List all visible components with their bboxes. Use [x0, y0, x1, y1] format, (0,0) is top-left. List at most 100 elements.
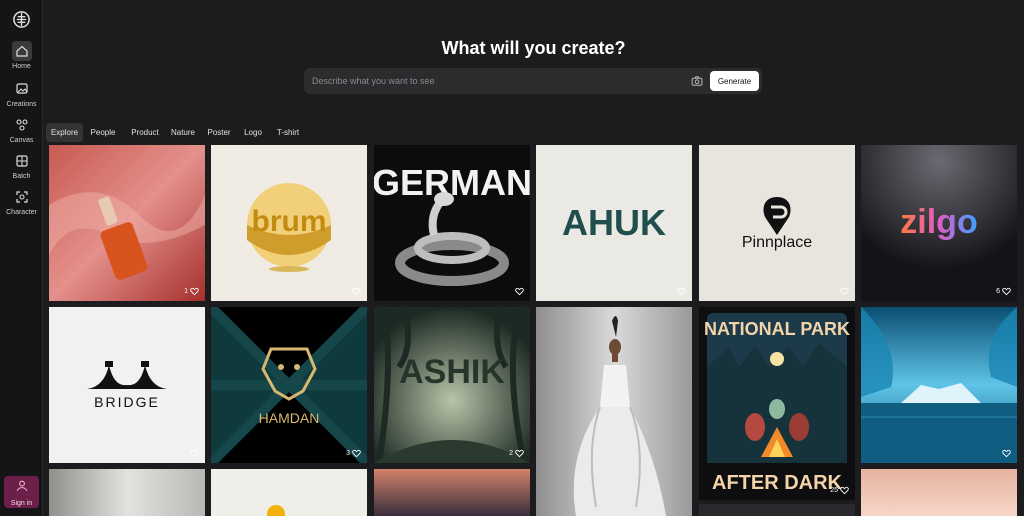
national-park-image: NATIONAL PARK AFTER DARK — [699, 307, 855, 500]
gallery-item-row3-dark[interactable] — [699, 504, 855, 516]
like-counter[interactable] — [838, 287, 849, 296]
like-counter[interactable]: 1 — [184, 287, 199, 296]
nav-canvas-label: Canvas — [9, 137, 34, 144]
images-icon — [12, 79, 32, 99]
logo-image — [211, 469, 367, 516]
zilgo-text: zilgo — [900, 203, 977, 241]
bridge-text: BRIDGE — [94, 394, 160, 410]
hamdan-image: HAMDAN — [211, 307, 367, 463]
ice-cave-image — [861, 307, 1017, 463]
nav-creations[interactable]: Creations — [0, 79, 43, 108]
gallery-item-fashion-dress[interactable] — [536, 307, 692, 516]
gallery-item-serum-bottle[interactable]: 1 — [49, 145, 205, 301]
heart-icon — [352, 287, 361, 296]
heart-icon — [840, 287, 849, 296]
batch-icon — [12, 151, 32, 171]
heart-icon — [190, 287, 199, 296]
tab-product[interactable]: Product — [130, 123, 160, 142]
gallery-item-hamdan-logo[interactable]: HAMDAN 3 — [211, 307, 367, 463]
like-counter[interactable] — [188, 449, 199, 458]
heart-icon — [515, 449, 524, 458]
search-bar: Generate — [304, 68, 762, 94]
tab-logo[interactable]: Logo — [244, 123, 262, 142]
like-counter[interactable] — [513, 287, 524, 296]
character-icon — [12, 187, 32, 207]
brand-logo-icon[interactable] — [12, 10, 31, 29]
tab-explore[interactable]: Explore — [46, 123, 83, 142]
dark-image — [699, 504, 855, 516]
gallery-item-bridge-logo[interactable]: BRIDGE — [49, 307, 205, 463]
ahuk-image: AHUK — [536, 145, 692, 301]
canvas-icon — [12, 115, 32, 135]
nav-character-label: Character — [6, 209, 37, 216]
camera-icon[interactable] — [690, 74, 704, 88]
like-counter[interactable]: 6 — [996, 287, 1011, 296]
signin-label: Sign in — [10, 500, 33, 507]
brum-text: brum — [252, 205, 327, 238]
nav-character[interactable]: Character — [0, 187, 43, 216]
sunset-image — [374, 469, 530, 516]
gallery-item-ice-cave[interactable] — [861, 307, 1017, 463]
gallery-item-zilgo-logo[interactable]: zilgo 6 — [861, 145, 1017, 301]
heart-icon — [840, 486, 849, 495]
pinnplace-text: Pinnplace — [742, 234, 812, 251]
like-counter[interactable]: 3 — [346, 449, 361, 458]
tab-people[interactable]: People — [88, 123, 118, 142]
nav-home[interactable]: Home — [0, 41, 43, 70]
main-content: What will you create? Generate Explore P… — [43, 0, 1024, 516]
like-counter[interactable] — [675, 287, 686, 296]
nav-home-label: Home — [12, 63, 31, 70]
hamdan-text: HAMDAN — [259, 410, 320, 426]
heart-icon — [190, 449, 199, 458]
like-counter[interactable] — [1000, 449, 1011, 458]
sidebar: Home Creations Canvas Batch Character Si… — [0, 0, 43, 516]
nav-batch[interactable]: Batch — [0, 151, 43, 180]
portrait-image — [49, 469, 205, 516]
gallery-item-pinnplace-logo[interactable]: Pinnplace — [699, 145, 855, 301]
heart-icon — [1002, 287, 1011, 296]
sun-shape — [267, 505, 285, 516]
nav-canvas[interactable]: Canvas — [0, 115, 43, 144]
heart-icon — [515, 287, 524, 296]
like-counter[interactable] — [350, 287, 361, 296]
heart-icon — [1002, 449, 1011, 458]
user-icon — [16, 480, 27, 492]
gallery-item-row3-logo[interactable] — [211, 469, 367, 516]
prompt-input[interactable] — [312, 72, 682, 90]
ahuk-text: AHUK — [562, 202, 666, 243]
nav-creations-label: Creations — [6, 101, 37, 108]
bridge-image: BRIDGE — [49, 307, 205, 463]
ashik-text: ASHIK — [399, 353, 505, 391]
gallery-item-german-snake[interactable]: GERMAN — [374, 145, 530, 301]
gallery-item-row3-sky[interactable] — [861, 469, 1017, 516]
gallery-item-brum-logo[interactable]: brum — [211, 145, 367, 301]
app-root: Home Creations Canvas Batch Character Si… — [0, 0, 1024, 516]
gallery-item-national-park-poster[interactable]: NATIONAL PARK AFTER DARK 25 — [699, 307, 855, 500]
generate-button[interactable]: Generate — [710, 71, 759, 91]
like-counter[interactable]: 2 — [509, 449, 524, 458]
home-icon — [11, 41, 32, 61]
zilgo-image: zilgo — [861, 145, 1017, 301]
like-counter[interactable]: 25 — [830, 486, 849, 495]
german-image: GERMAN — [374, 145, 530, 301]
gallery-item-row3-portrait[interactable] — [49, 469, 205, 516]
heart-icon — [352, 449, 361, 458]
serum-image — [49, 145, 205, 301]
tab-nature[interactable]: Nature — [169, 123, 197, 142]
national-park-text: NATIONAL PARK — [704, 319, 850, 339]
gallery-item-ashik-forest[interactable]: ASHIK 2 — [374, 307, 530, 463]
pinnplace-image: Pinnplace — [699, 145, 855, 301]
tab-tshirt[interactable]: T-shirt — [276, 123, 300, 142]
gallery-item-ahuk-logo[interactable]: AHUK — [536, 145, 692, 301]
heart-icon — [677, 287, 686, 296]
gallery-item-row3-sunset[interactable] — [374, 469, 530, 516]
brum-image: brum — [211, 145, 367, 301]
sky-image — [861, 469, 1017, 516]
tab-poster[interactable]: Poster — [207, 123, 231, 142]
nav-batch-label: Batch — [12, 173, 31, 180]
fashion-image — [536, 307, 692, 516]
after-dark-text: AFTER DARK — [712, 472, 843, 494]
ashik-image: ASHIK — [374, 307, 530, 463]
signin-button[interactable]: Sign in — [4, 476, 39, 508]
page-title: What will you create? — [441, 38, 626, 58]
